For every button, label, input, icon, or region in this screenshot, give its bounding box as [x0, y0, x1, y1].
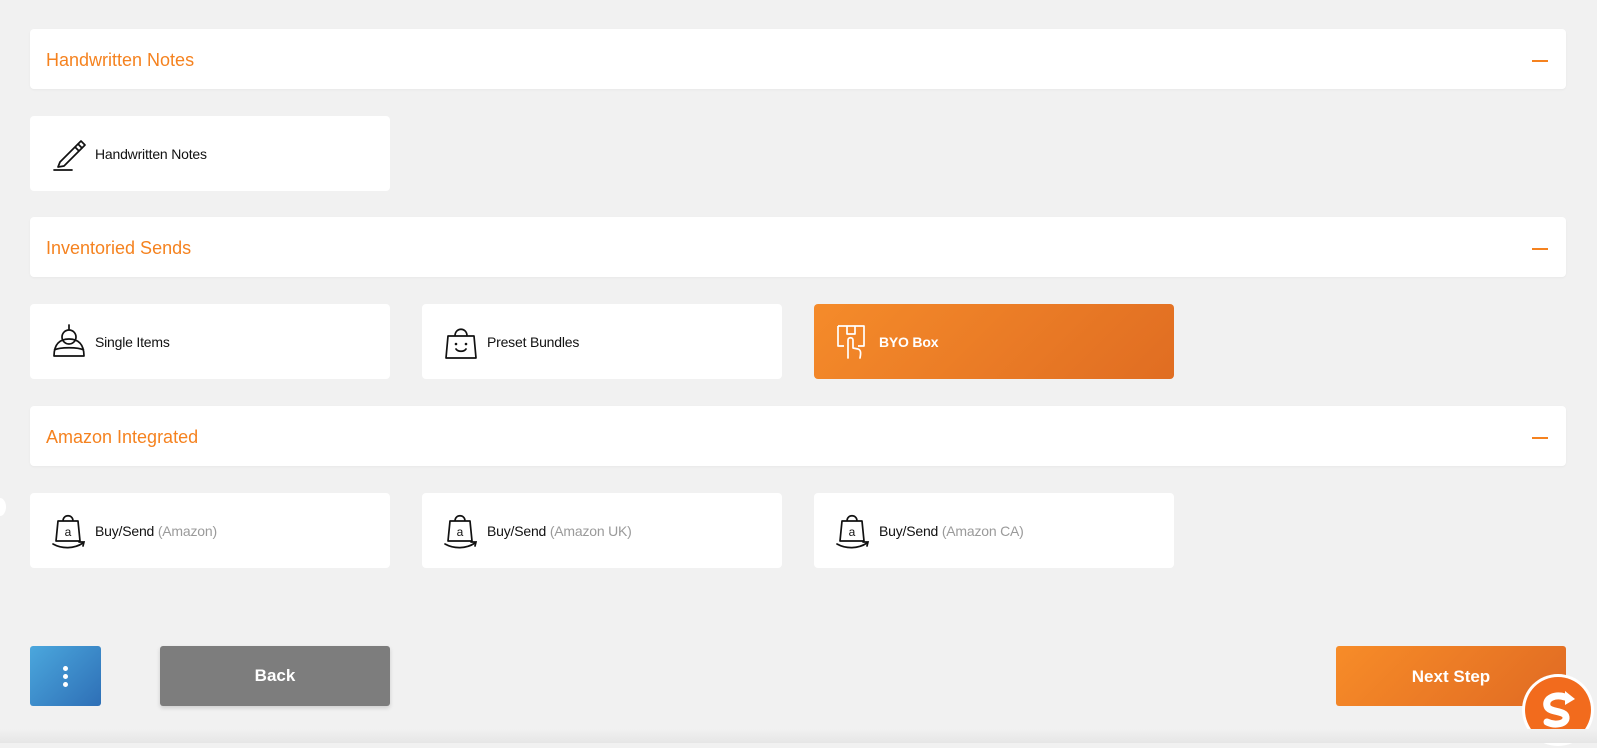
- svg-text:a: a: [849, 525, 856, 539]
- amazon-bag-icon: a: [52, 514, 86, 549]
- option-card-buy-send-amazon[interactable]: a Buy/Send (Amazon): [30, 493, 390, 568]
- more-options-button[interactable]: [30, 646, 101, 706]
- collapse-icon[interactable]: [1530, 217, 1550, 277]
- card-sublabel: (Amazon CA): [941, 523, 1024, 539]
- side-drawer-handle[interactable]: [0, 498, 6, 516]
- option-card-buy-send-amazon-uk[interactable]: a Buy/Send (Amazon UK): [422, 493, 782, 568]
- svg-text:a: a: [65, 525, 72, 539]
- option-card-byo-box[interactable]: BYO Box: [814, 304, 1174, 379]
- card-sublabel: (Amazon UK): [549, 523, 632, 539]
- shopping-bag-icon: [445, 328, 477, 359]
- card-label: Buy/Send (Amazon): [95, 523, 217, 539]
- collapse-icon[interactable]: [1530, 406, 1550, 466]
- card-label: Buy/Send (Amazon UK): [487, 523, 632, 539]
- option-card-preset-bundles[interactable]: Preset Bundles: [422, 304, 782, 379]
- amazon-bag-icon: a: [836, 514, 870, 549]
- pen-icon: [53, 140, 86, 171]
- cap-icon: [53, 324, 85, 357]
- card-label: Handwritten Notes: [95, 146, 207, 162]
- page-bottom-edge: [0, 729, 1597, 743]
- card-label: BYO Box: [879, 334, 939, 350]
- svg-text:a: a: [457, 525, 464, 539]
- card-label: Preset Bundles: [487, 334, 580, 350]
- section-title: Amazon Integrated: [46, 427, 199, 447]
- option-card-single-items[interactable]: Single Items: [30, 304, 390, 379]
- card-label: Single Items: [95, 334, 170, 350]
- section-title: Handwritten Notes: [46, 50, 195, 70]
- section-title: Inventoried Sends: [46, 238, 192, 258]
- section-header-inventoried-sends[interactable]: Inventoried Sends: [30, 217, 1566, 277]
- box-hand-icon: [837, 325, 865, 359]
- card-sublabel: (Amazon): [157, 523, 217, 539]
- section-header-handwritten-notes[interactable]: Handwritten Notes: [30, 29, 1566, 89]
- amazon-bag-icon: a: [444, 514, 478, 549]
- back-button[interactable]: Back: [160, 646, 390, 706]
- option-card-buy-send-amazon-ca[interactable]: a Buy/Send (Amazon CA): [814, 493, 1174, 568]
- section-header-amazon-integrated[interactable]: Amazon Integrated: [30, 406, 1566, 466]
- card-label: Buy/Send (Amazon CA): [879, 523, 1024, 539]
- option-card-handwritten-notes[interactable]: Handwritten Notes: [30, 116, 390, 191]
- collapse-icon[interactable]: [1530, 29, 1550, 89]
